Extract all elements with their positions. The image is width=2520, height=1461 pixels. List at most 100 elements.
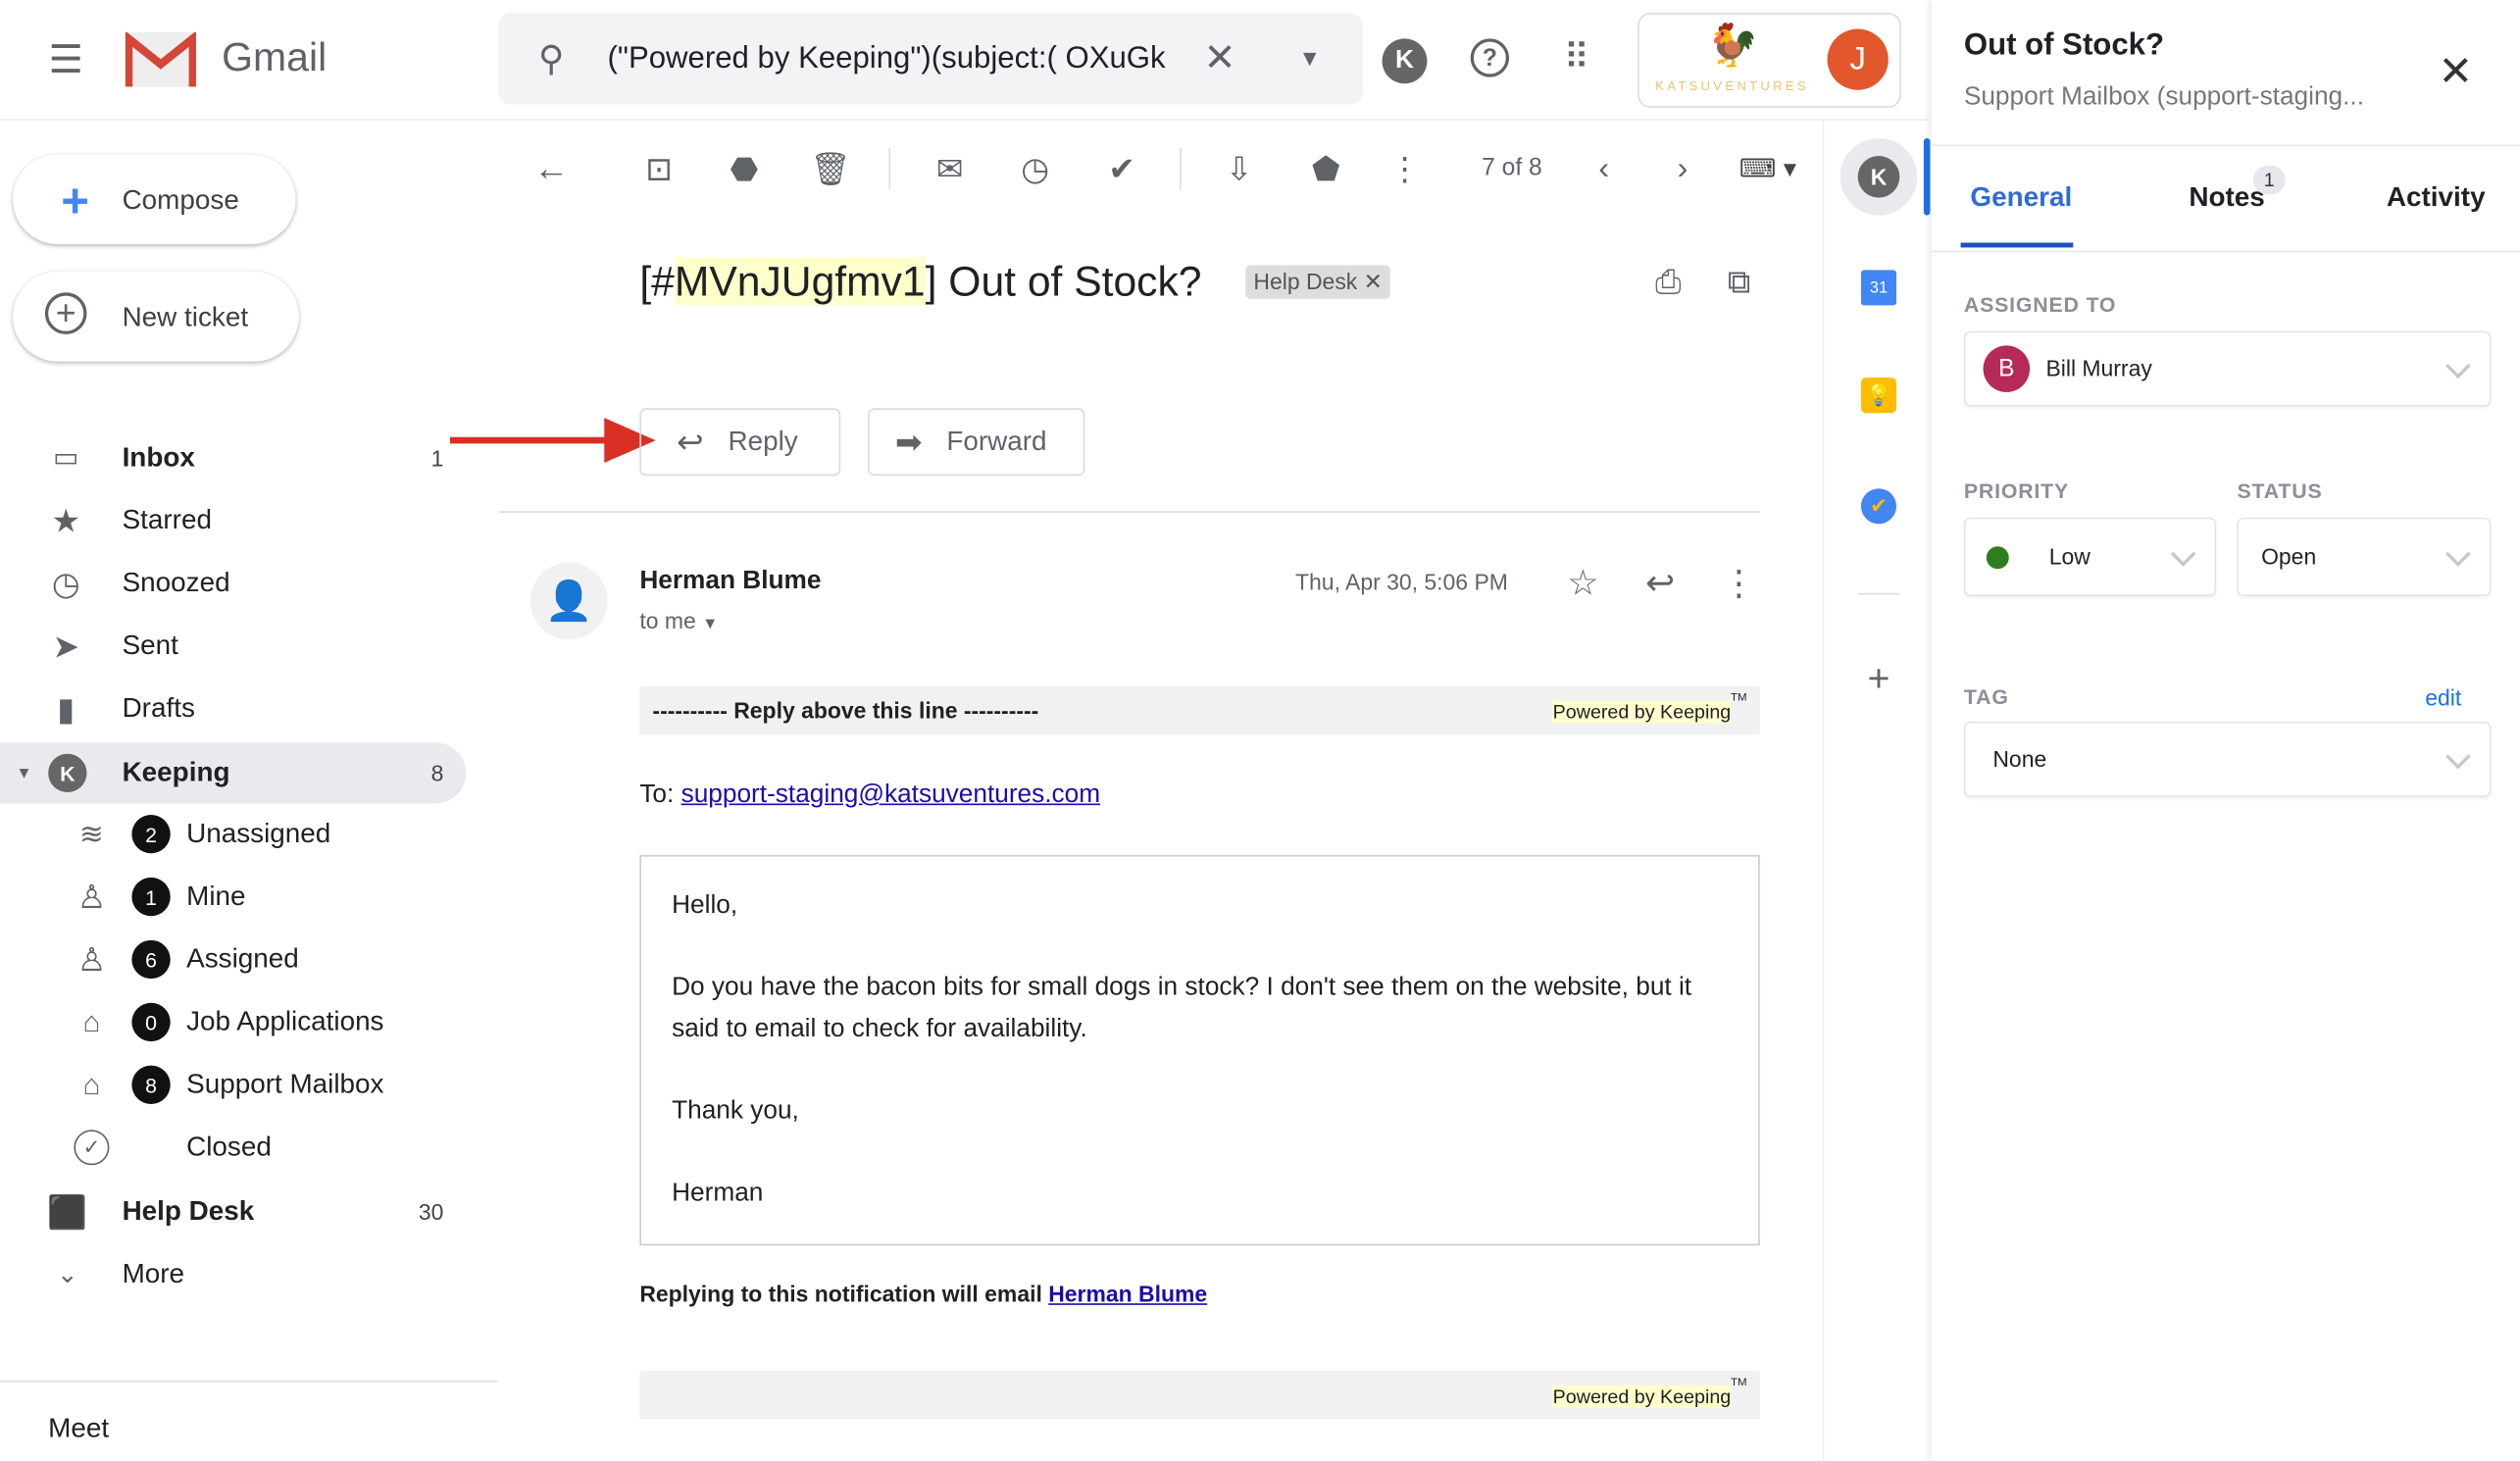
reply-line-text: ---------- Reply above this line -------… xyxy=(652,697,1039,724)
search-input[interactable]: ("Powered by Keeping")(subject:( OXuGk xyxy=(608,42,1177,77)
sidebar-item-unassigned[interactable]: ≋ 2 Unassigned xyxy=(0,804,466,865)
app-name: Gmail xyxy=(222,35,328,80)
open-in-new-window-icon[interactable]: ⧉ xyxy=(1720,264,1758,302)
sidebar-item-support-mailbox[interactable]: ⌂ 8 Support Mailbox xyxy=(0,1054,466,1115)
sidebar-item-drafts[interactable]: ▮ Drafts xyxy=(0,679,466,739)
footer-banner: Powered by Keeping TM xyxy=(639,1371,1760,1420)
clear-search-icon[interactable]: ✕ xyxy=(1199,36,1241,79)
reply-icon: ↩ xyxy=(677,425,704,461)
tag-value: None xyxy=(1992,745,2047,772)
label: Help Desk xyxy=(122,1195,255,1227)
active-indicator xyxy=(1923,137,1931,216)
input-tools-keyboard-icon[interactable]: ⌨ ▾ xyxy=(1736,148,1800,190)
forward-button[interactable]: ➡ Forward xyxy=(868,408,1085,477)
new-ticket-button[interactable]: + New ticket xyxy=(13,271,299,362)
sidebar-item-help-desk[interactable]: ⬛ Help Desk 30 xyxy=(0,1182,466,1242)
main-menu-icon[interactable]: ☰ xyxy=(45,38,87,81)
get-addons-plus-icon[interactable]: + xyxy=(1858,657,1900,700)
sidebar-item-sent[interactable]: ➤ Sent xyxy=(0,616,466,677)
archive-icon[interactable]: ⊡ xyxy=(638,148,680,190)
search-bar[interactable]: ⚲ ("Powered by Keeping")(subject:( OXuGk… xyxy=(498,13,1363,105)
draft-icon: ▮ xyxy=(57,691,76,728)
keep-icon[interactable]: 💡 xyxy=(1860,378,1897,414)
mark-unread-icon[interactable]: ✉ xyxy=(929,148,971,190)
sender-link[interactable]: Herman Blume xyxy=(1048,1281,1207,1306)
back-icon[interactable]: ← xyxy=(530,148,573,190)
label-icon[interactable]: ⬟ xyxy=(1305,148,1347,190)
recipients-label: to me xyxy=(639,607,696,633)
label: Starred xyxy=(122,504,212,535)
older-icon[interactable]: › xyxy=(1662,148,1704,190)
recipients[interactable]: to me ▼ xyxy=(639,608,718,633)
details-caret-icon[interactable]: ▼ xyxy=(702,616,718,633)
compose-button[interactable]: + Compose xyxy=(13,154,296,245)
keeping-icon: K xyxy=(1857,155,1900,198)
reply-icon[interactable]: ↩ xyxy=(1639,563,1682,605)
star-icon[interactable]: ☆ xyxy=(1562,563,1604,605)
keeping-icon[interactable]: K xyxy=(1382,38,1428,84)
meet-section-heading[interactable]: Meet xyxy=(48,1413,109,1445)
label: Job Applications xyxy=(186,1006,384,1037)
count: 8 xyxy=(430,760,444,786)
sidebar-item-keeping[interactable]: ▼ K Keeping 8 xyxy=(0,742,467,804)
reply-label: Reply xyxy=(728,426,798,457)
remove-label-icon[interactable]: ✕ xyxy=(1364,269,1383,294)
more-vert-icon[interactable]: ⋮ xyxy=(1384,148,1426,190)
more-vert-icon[interactable]: ⋮ xyxy=(1720,563,1758,605)
print-icon[interactable]: ⎙ xyxy=(1649,264,1688,302)
label-chip-help-desk: Help Desk ✕ xyxy=(1245,265,1391,299)
priority-dot-icon xyxy=(1986,546,2009,570)
count: 30 xyxy=(418,1198,444,1225)
rooster-logo-icon: 🐓 xyxy=(1706,21,1759,70)
reply-button[interactable]: ↩ Reply xyxy=(639,408,841,477)
label: Closed xyxy=(186,1131,272,1162)
sidebar-item-snoozed[interactable]: ◷ Snoozed xyxy=(0,553,466,614)
divider xyxy=(1932,250,2520,253)
status-select[interactable]: Open xyxy=(2237,517,2492,597)
apps-grid-icon[interactable]: ⠿ xyxy=(1552,35,1597,80)
delete-icon[interactable]: 🗑 xyxy=(810,148,852,190)
sidebar-item-job-applications[interactable]: ⌂ 0 Job Applications xyxy=(0,991,466,1052)
sidebar-item-starred[interactable]: ★ Starred xyxy=(0,490,466,551)
sidebar-item-inbox[interactable]: ▭ Inbox 1 xyxy=(0,428,466,488)
sidebar-item-assigned[interactable]: ♙ 6 Assigned xyxy=(0,929,466,989)
sidebar-item-more[interactable]: ⌄ More xyxy=(0,1244,466,1305)
report-spam-icon[interactable]: ⬣ xyxy=(724,148,766,190)
sender-name[interactable]: Herman Blume xyxy=(639,568,821,597)
tag-edit-link[interactable]: edit xyxy=(2425,684,2461,710)
newer-icon[interactable]: ‹ xyxy=(1583,148,1625,190)
sidebar-item-mine[interactable]: ♙ 1 Mine xyxy=(0,866,466,927)
search-options-icon[interactable]: ▼ xyxy=(1288,37,1331,79)
tab-general[interactable]: General xyxy=(1970,181,2072,214)
sidebar-item-closed[interactable]: ✓ Closed xyxy=(0,1117,466,1178)
collapse-caret-icon[interactable]: ▼ xyxy=(16,764,31,781)
tag-select[interactable]: None xyxy=(1963,721,2492,797)
count-badge: 1 xyxy=(131,877,171,917)
account-switcher[interactable]: 🐓 KATSUVENTURES J xyxy=(1638,13,1901,108)
assignee-select[interactable]: B Bill Murray xyxy=(1963,330,2492,407)
priority-select[interactable]: Low xyxy=(1963,517,2217,597)
help-icon[interactable]: ? xyxy=(1470,38,1510,77)
assignee-avatar: B xyxy=(1983,345,2031,392)
search-icon[interactable]: ⚲ xyxy=(530,38,573,80)
to-address-link[interactable]: support-staging@katsuventures.com xyxy=(681,781,1100,809)
panel-title: Out of Stock? xyxy=(1963,28,2165,63)
keeping-addon-button[interactable]: K xyxy=(1840,137,1918,216)
label: More xyxy=(122,1258,185,1289)
snooze-icon[interactable]: ◷ xyxy=(1014,148,1056,190)
tab-notes[interactable]: Notes xyxy=(2189,181,2264,214)
body-paragraph: Hello, xyxy=(672,891,738,920)
message-body: Hello, Do you have the bacon bits for sm… xyxy=(639,854,1760,1246)
close-icon[interactable]: ✕ xyxy=(2433,46,2478,94)
tasks-icon[interactable]: ✔ xyxy=(1860,488,1897,525)
calendar-icon[interactable]: 31 xyxy=(1860,270,1897,306)
assignee-name: Bill Murray xyxy=(2045,355,2152,381)
reply-line-banner: ---------- Reply above this line -------… xyxy=(639,685,1760,735)
inbox-tray-icon: ⌂ xyxy=(82,1005,101,1037)
account-avatar[interactable]: J xyxy=(1827,28,1889,90)
add-task-icon[interactable]: ✔ xyxy=(1101,148,1143,190)
tab-activity[interactable]: Activity xyxy=(2387,181,2486,214)
send-icon: ➤ xyxy=(52,629,79,665)
move-to-icon[interactable]: ⇩ xyxy=(1218,148,1260,190)
person-check-icon: ♙ xyxy=(76,942,107,979)
